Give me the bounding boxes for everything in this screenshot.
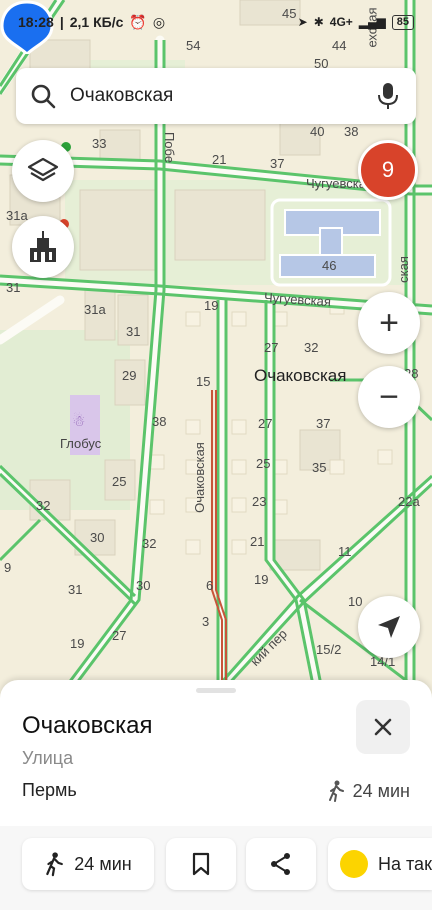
- house-number: 22а: [398, 494, 420, 509]
- house-number: 46: [322, 258, 337, 273]
- house-number: 35: [312, 460, 327, 475]
- sheet-handle[interactable]: [196, 688, 236, 693]
- globus-icon: ☃: [72, 413, 86, 430]
- selected-street-label: Очаковская: [254, 366, 347, 385]
- landmarks-button[interactable]: [12, 216, 74, 278]
- alarm-icon: ⏰: [129, 13, 147, 30]
- route-walk-label: 24 мин: [74, 853, 132, 874]
- battery-icon: 85: [391, 14, 414, 30]
- location-icon: ➤: [297, 15, 308, 29]
- house-number: 31: [126, 324, 141, 339]
- zoom-out-icon: −: [379, 378, 399, 416]
- house-number: 29: [122, 368, 137, 383]
- zoom-in-icon: +: [379, 304, 399, 342]
- network-badge: 4G+: [329, 15, 353, 29]
- house-number: 19: [70, 636, 85, 651]
- place-city: Пермь: [22, 780, 77, 800]
- house-number: 31: [68, 582, 83, 597]
- street-label-pobedy: Побе: [162, 131, 178, 164]
- taxi-label: На такси: [378, 853, 432, 874]
- house-number: 37: [316, 416, 331, 431]
- house-number: 32: [142, 536, 157, 551]
- bookmark-button[interactable]: [166, 838, 236, 890]
- house-number: 31: [6, 280, 21, 295]
- house-number: 38: [152, 414, 167, 429]
- place-title: Очаковская: [22, 712, 153, 739]
- status-divider: |: [59, 14, 64, 30]
- close-icon: [374, 718, 392, 736]
- traffic-score-badge[interactable]: 9: [358, 140, 418, 200]
- poi-globus[interactable]: Глобус: [60, 436, 101, 451]
- share-button[interactable]: [246, 838, 316, 890]
- mic-icon[interactable]: [374, 82, 402, 110]
- walk-time: 24 мин: [327, 780, 410, 802]
- house-number: 21: [212, 152, 227, 167]
- house-number: 27: [258, 416, 273, 431]
- action-bar: 24 мин На такси: [0, 826, 432, 910]
- house-number: 21: [250, 534, 265, 549]
- house-number: 6: [206, 578, 214, 593]
- house-number: 25: [256, 456, 271, 471]
- house-number: 31а: [84, 302, 106, 317]
- layers-icon: [27, 157, 59, 182]
- status-speed: 2,1 КБ/с: [69, 14, 124, 30]
- search-bar[interactable]: Очаковская: [16, 68, 416, 124]
- house-number: 33: [92, 136, 107, 151]
- house-number: 19: [254, 572, 269, 587]
- status-bar: 18:28 | 2,1 КБ/с ⏰ ◎ ➤ ✱ 4G+ ▂▄▆ 85: [0, 0, 432, 44]
- taxi-button[interactable]: На такси: [328, 838, 432, 890]
- my-location-button[interactable]: [358, 596, 420, 658]
- search-icon: [31, 84, 56, 109]
- street-label-right: ская: [395, 256, 411, 283]
- signal-icon: ▂▄▆: [358, 15, 386, 29]
- close-button[interactable]: [356, 700, 410, 754]
- status-time: 18:28: [18, 14, 54, 30]
- house-number: 30: [136, 578, 151, 593]
- street-label-ochakovskaya-vertical: Очаковская: [191, 442, 207, 513]
- walk-time-label: 24 мин: [352, 780, 410, 801]
- zoom-in-button[interactable]: +: [358, 292, 420, 354]
- bluetooth-icon: ✱: [313, 15, 324, 29]
- landmark-icon: [30, 231, 56, 262]
- house-number: 25: [112, 474, 127, 489]
- house-number: 15/2: [316, 642, 342, 657]
- route-walk-button[interactable]: 24 мин: [22, 838, 154, 890]
- taxi-icon: [340, 850, 368, 878]
- place-type: Улица: [22, 748, 74, 768]
- house-number: 3: [202, 614, 210, 629]
- house-number: 32: [304, 340, 319, 355]
- house-number: 40: [310, 124, 325, 139]
- search-query[interactable]: Очаковская: [70, 85, 374, 107]
- house-number: 23: [252, 494, 267, 509]
- house-number: 30: [90, 530, 105, 545]
- layers-button[interactable]: [12, 140, 74, 202]
- house-number: 38: [344, 124, 359, 139]
- house-number: 15: [196, 374, 211, 389]
- walking-icon: [328, 780, 344, 802]
- house-number: 27: [264, 340, 279, 355]
- place-card[interactable]: Очаковская Улица Пермь 24 мин 24 мин На …: [0, 680, 432, 910]
- house-number: 11: [338, 544, 352, 559]
- house-number: 9: [4, 560, 12, 575]
- whatsapp-icon: ◎: [152, 13, 166, 30]
- house-number: 19: [204, 298, 219, 313]
- bookmark-icon: [192, 852, 210, 876]
- house-number: 32: [36, 498, 51, 513]
- house-number: 37: [270, 156, 285, 171]
- zoom-out-button[interactable]: −: [358, 366, 420, 428]
- walking-icon: [46, 852, 64, 877]
- share-icon: [271, 853, 290, 875]
- house-number: 27: [112, 628, 127, 643]
- navigation-arrow-icon: [378, 616, 400, 638]
- house-number: 10: [348, 594, 363, 609]
